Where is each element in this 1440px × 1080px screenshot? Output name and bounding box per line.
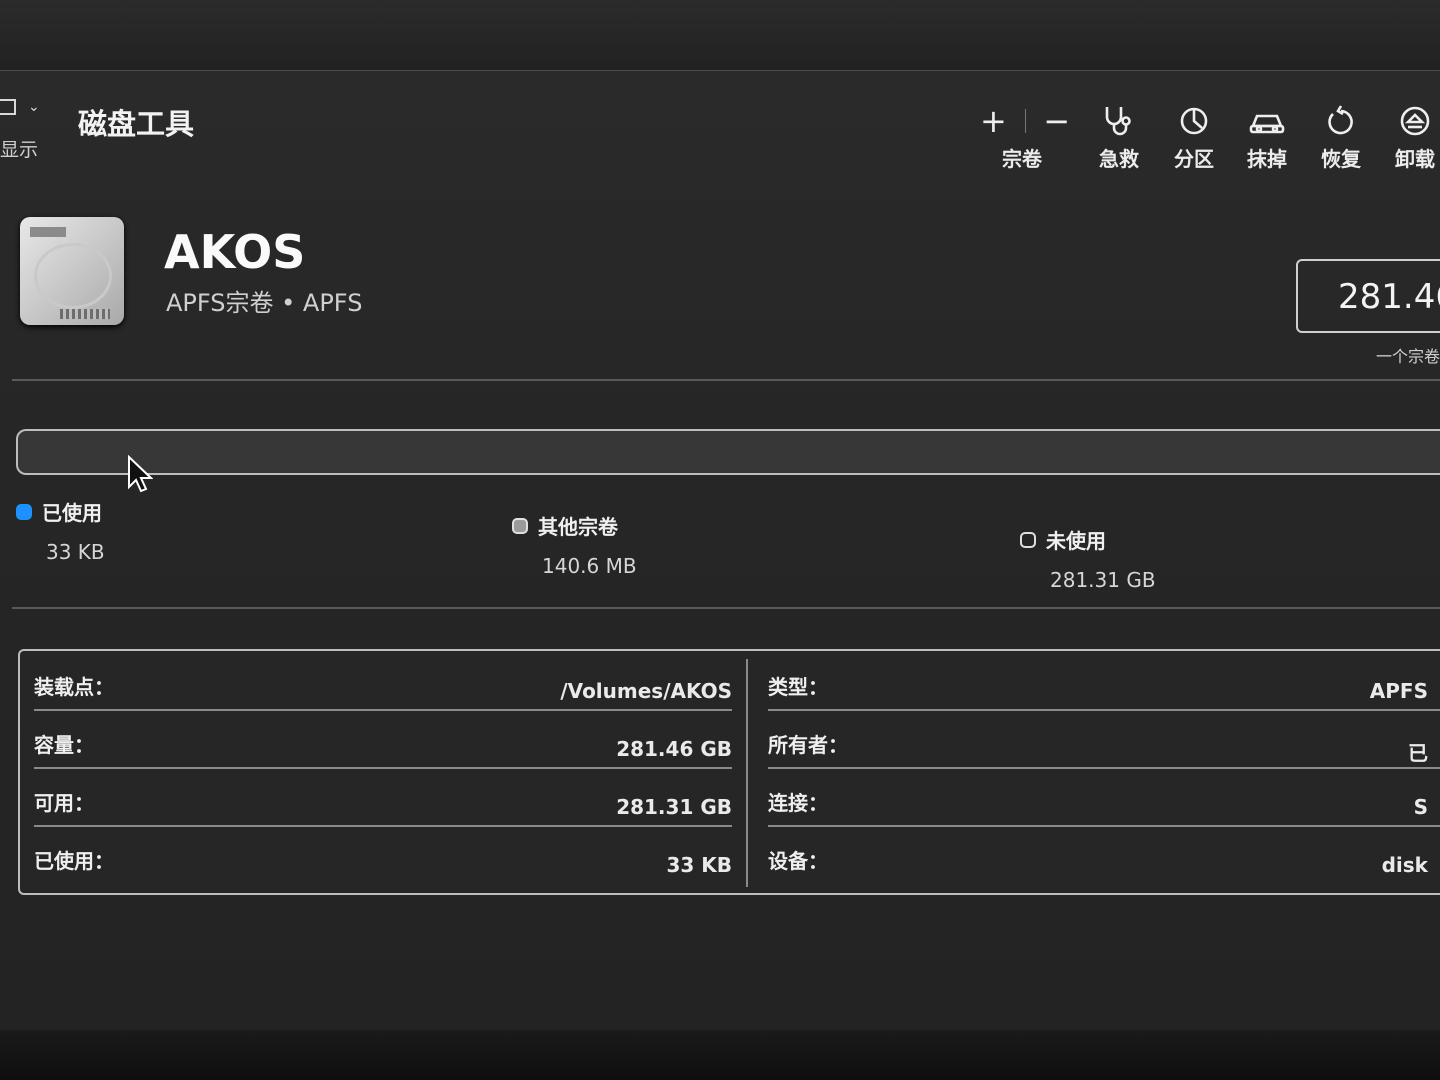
sidebar-toggle[interactable]: ⌄ — [0, 99, 40, 115]
info-key: 类型： — [768, 675, 828, 699]
info-value: 281.46 GB — [616, 737, 732, 761]
volume-size: 281.46 — [1338, 277, 1440, 317]
legend-free: 未使用 281.31 GB — [1020, 525, 1156, 592]
stethoscope-icon — [1084, 101, 1154, 141]
partition-button[interactable]: 分区 — [1159, 101, 1229, 172]
legend-free-name: 未使用 — [1046, 529, 1106, 553]
eject-icon — [1380, 101, 1440, 141]
mouse-cursor-icon — [128, 455, 153, 493]
info-row: 类型： APFS — [754, 655, 1440, 711]
restore-button[interactable]: 恢复 — [1306, 101, 1376, 172]
volume-name: AKOS — [164, 225, 306, 279]
legend-other-name: 其他宗卷 — [538, 515, 618, 539]
volume-label: 宗卷 — [1002, 147, 1042, 171]
info-key: 所有者： — [768, 733, 848, 757]
info-row: 装载点： /Volumes/AKOS — [20, 655, 746, 711]
legend-free-value: 281.31 GB — [1050, 568, 1156, 592]
hard-disk-icon — [20, 217, 124, 325]
info-value: disk — [1381, 853, 1428, 877]
legend-used-name: 已使用 — [42, 501, 102, 525]
used-swatch — [16, 503, 32, 520]
info-value: 33 KB — [666, 853, 732, 877]
pie-chart-icon — [1159, 101, 1229, 141]
eraser-car-icon — [1232, 101, 1302, 141]
volume-tool: + 宗卷 — [987, 101, 1057, 172]
first-aid-button[interactable]: 急救 — [1084, 101, 1154, 172]
legend-used: 已使用 33 KB — [16, 497, 105, 564]
info-key: 设备： — [768, 849, 828, 873]
info-row: 连接： S — [754, 771, 1440, 827]
chevron-down-icon: ⌄ — [28, 99, 40, 115]
info-key: 容量： — [34, 733, 94, 757]
info-panel: 装载点： /Volumes/AKOS 容量： 281.46 GB 可用： 281… — [18, 649, 1440, 895]
volume-size-box: 281.46 — [1296, 259, 1440, 333]
restore-label: 恢复 — [1321, 147, 1361, 171]
volume-size-caption: 一个宗卷 — [1376, 347, 1440, 366]
screen-bezel-top — [0, 0, 1440, 70]
volume-subtitle: APFS宗卷 • APFS — [166, 289, 363, 317]
erase-button[interactable]: 抹掉 — [1232, 101, 1302, 172]
info-key: 可用： — [34, 791, 94, 815]
app-title: 磁盘工具 — [78, 107, 195, 141]
erase-label: 抹掉 — [1247, 147, 1287, 171]
legend-used-value: 33 KB — [46, 540, 105, 564]
info-row: 已使用： 33 KB — [20, 829, 746, 885]
sidebar-icon — [0, 99, 16, 115]
free-swatch — [1020, 531, 1036, 548]
info-key: 已使用： — [34, 849, 114, 873]
info-value: 281.31 GB — [616, 795, 732, 819]
info-key: 连接： — [768, 791, 828, 815]
partition-label: 分区 — [1174, 147, 1214, 171]
legend-other-value: 140.6 MB — [542, 554, 637, 578]
info-row: 可用： 281.31 GB — [20, 771, 746, 827]
info-value: S — [1413, 795, 1428, 819]
first-aid-label: 急救 — [1099, 147, 1139, 171]
divider — [12, 379, 1440, 381]
info-key: 装载点： — [34, 675, 114, 699]
info-value: APFS — [1369, 679, 1428, 703]
info-value[interactable]: /Volumes/AKOS — [560, 679, 732, 703]
unmount-label: 卸载 — [1395, 147, 1435, 171]
info-row: 容量： 281.46 GB — [20, 713, 746, 769]
info-value: 已 — [1408, 741, 1428, 765]
info-row: 设备： disk — [754, 829, 1440, 885]
other-swatch — [512, 517, 528, 534]
usage-bar — [16, 429, 1440, 475]
disk-utility-window: ⌄ 显示 磁盘工具 + − + 宗卷 急救 分区 抹掉 — [0, 70, 1440, 1031]
view-label: 显示 — [0, 139, 39, 161]
restore-icon — [1306, 101, 1376, 141]
column-divider — [746, 659, 748, 887]
screen-bezel-bottom — [0, 1030, 1440, 1080]
legend-other: 其他宗卷 140.6 MB — [512, 511, 637, 578]
divider — [12, 607, 1440, 609]
unmount-button[interactable]: 卸载 — [1380, 101, 1440, 172]
info-row: 所有者： 已 — [754, 713, 1440, 769]
